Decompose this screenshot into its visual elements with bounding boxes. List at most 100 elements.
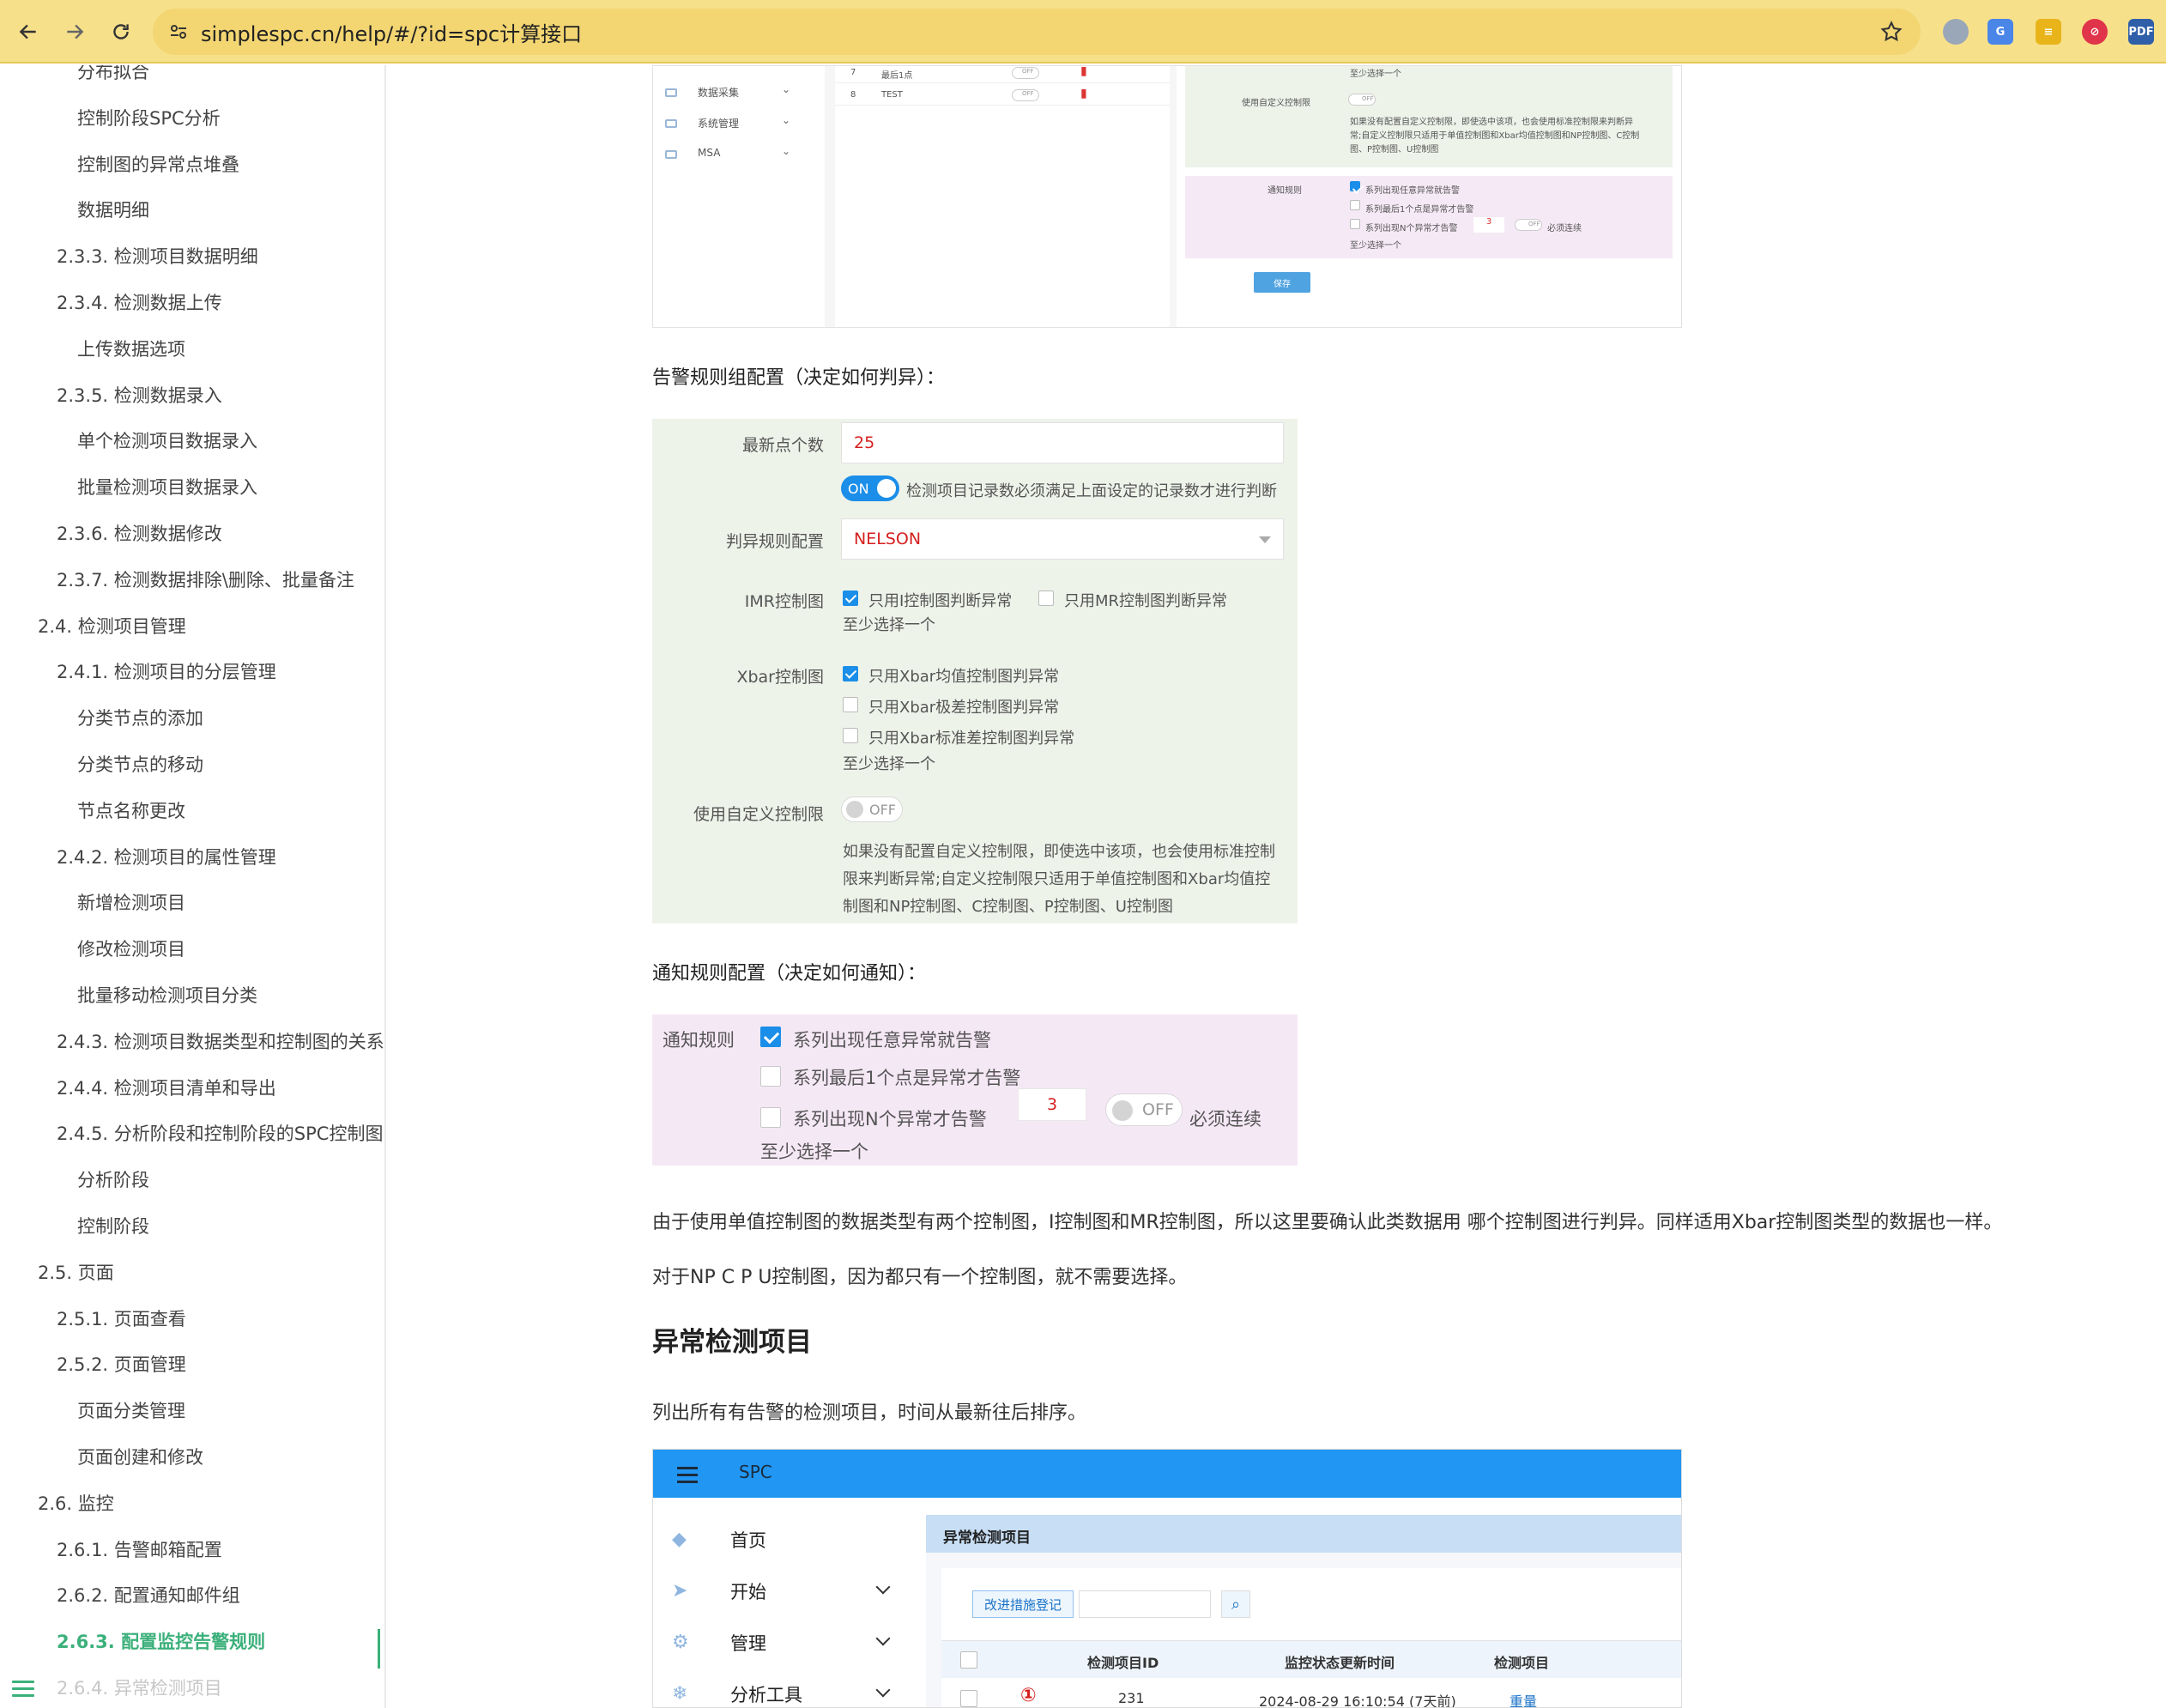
toc-item[interactable]: 批量移动检测项目分类 [77, 982, 257, 1008]
notes-extension-icon[interactable]: ≡ [2036, 19, 2061, 45]
screenshot-alarm-section: 至少选择一个 使用自定义控制限 OFF 如果没有配置自定义控制限，即使选中该项，… [1185, 66, 1673, 167]
notify-any-option: 系列出现任意异常就告警 [793, 1030, 991, 1051]
notify-n-checkbox[interactable] [760, 1107, 781, 1128]
toc-item[interactable]: 2.6. 监控 [38, 1490, 114, 1516]
xbar-mean-checkbox[interactable] [843, 666, 858, 681]
notify-last-checkbox[interactable] [760, 1066, 781, 1087]
rule-config-select[interactable]: NELSON [841, 518, 1284, 560]
menu-toggle-icon[interactable] [12, 1681, 34, 1698]
screenshot-nav-item: 系统管理 [698, 118, 740, 130]
custom-limit-toggle[interactable]: OFF [841, 796, 903, 822]
toc-item[interactable]: 页面分类管理 [77, 1397, 185, 1423]
custom-limit-label: 使用自定义控制限 [693, 805, 824, 824]
toc-item[interactable]: 控制阶段 [77, 1213, 149, 1239]
paragraph: 由于使用单值控制图的数据类型有两个控制图，I控制图和MR控制图，所以这里要确认此… [652, 1212, 2003, 1233]
chevron-down-icon: ⌄ [782, 83, 791, 95]
imr-mr-checkbox[interactable] [1038, 591, 1054, 606]
toc-item[interactable]: 控制图的异常点堆叠 [77, 151, 239, 177]
toc-item[interactable]: 2.5. 页面 [38, 1259, 114, 1285]
toc-item[interactable]: 2.3.5. 检测数据录入 [57, 382, 222, 408]
toc-item[interactable]: 2.6.1. 告警邮箱配置 [57, 1536, 222, 1562]
toc-item[interactable]: 单个检测项目数据录入 [77, 427, 257, 453]
toc-item[interactable]: 页面创建和修改 [77, 1444, 203, 1469]
toc-item[interactable]: 数据明细 [77, 197, 149, 222]
screenshot-rule-table: 7 最后1点 OFF ▮ 8 TEST OFF ▮ [835, 66, 1170, 327]
anomaly-table-area: 改进措施登记 ⌕ 检测项目ID 监控状态更新时间 检测项目 ① 231 2024… [941, 1568, 1681, 1708]
table-cell-link: 重量 [1510, 1693, 1538, 1708]
record-count-toggle[interactable]: ON [841, 475, 899, 501]
star-icon[interactable] [1879, 20, 1903, 44]
xbar-std-checkbox[interactable] [843, 728, 858, 743]
forward-button[interactable] [57, 14, 93, 50]
column-header: 检测项目 [1494, 1655, 1550, 1671]
toc-item[interactable]: 2.5.1. 页面查看 [57, 1305, 186, 1331]
trash-icon[interactable]: ▮ [1080, 87, 1087, 100]
screenshot-sidebar: 数据采集 ⌄ 系统管理 ⌄ MSA ⌄ [653, 66, 825, 327]
translate-extension-icon[interactable]: G [1988, 19, 2013, 45]
reload-button[interactable] [103, 14, 139, 50]
url-text: simplespc.cn/help/#/?id=spc计算接口 [201, 21, 583, 46]
arrow-right-icon [67, 24, 84, 39]
toc-item[interactable]: 批量检测项目数据录入 [77, 474, 257, 500]
back-button[interactable] [10, 14, 46, 50]
table-header: 检测项目ID 监控状态更新时间 检测项目 [941, 1640, 1681, 1678]
toc-item[interactable]: 2.5.2. 页面管理 [57, 1351, 186, 1377]
app-title: SPC [739, 1462, 772, 1482]
toc-item[interactable]: 分类节点的添加 [77, 705, 203, 730]
extension-circle-icon[interactable] [1943, 19, 1969, 45]
toc-item[interactable]: 2.3.4. 检测数据上传 [57, 289, 222, 315]
rule-config-label: 判异规则配置 [725, 532, 824, 551]
alarm-rule-heading: 告警规则组配置（决定如何判异）： [652, 367, 946, 389]
toc-item[interactable]: 2.4.2. 检测项目的属性管理 [57, 844, 276, 869]
send-icon: ➤ [672, 1580, 688, 1602]
notify-hint: 至少选择一个 [760, 1142, 868, 1162]
toc-item[interactable]: 节点名称更改 [77, 797, 185, 823]
toc-item[interactable]: 2.6.2. 配置通知邮件组 [57, 1582, 240, 1608]
toc-item[interactable]: 上传数据选项 [77, 336, 185, 361]
site-settings-icon[interactable] [168, 21, 189, 42]
toc-item[interactable]: 分析阶段 [77, 1166, 149, 1192]
arrow-left-icon [19, 24, 36, 39]
toc-item[interactable]: 2.4.5. 分析阶段和控制阶段的SPC控制图 [57, 1120, 383, 1146]
toc-item[interactable]: 2.6.4. 异常检测项目 [57, 1675, 222, 1700]
row-checkbox [960, 1690, 977, 1707]
search-icon: ⌕ [1221, 1590, 1250, 1618]
toc-item[interactable]: 2.4.1. 检测项目的分层管理 [57, 658, 276, 684]
consecutive-toggle[interactable]: OFF [1105, 1093, 1183, 1126]
toc-item[interactable]: 2.4.4. 检测项目清单和导出 [57, 1075, 276, 1100]
xbar-hint: 至少选择一个 [843, 755, 935, 773]
address-bar[interactable]: simplespc.cn/help/#/?id=spc计算接口 [153, 9, 1921, 55]
select-all-checkbox [960, 1651, 977, 1669]
toc-item[interactable]: 2.4. 检测项目管理 [38, 613, 186, 639]
toc-item[interactable]: 修改检测项目 [77, 936, 185, 961]
toc-item[interactable]: 2.3.7. 检测数据排除\删除、批量备注 [57, 566, 354, 592]
imr-i-checkbox[interactable] [843, 591, 858, 606]
toc-item[interactable]: 分类节点的移动 [77, 751, 203, 777]
pdf-extension-icon[interactable]: PDF [2128, 19, 2154, 45]
column-header: 监控状态更新时间 [1285, 1655, 1395, 1671]
screenshot-form: 至少选择一个 使用自定义控制限 OFF 如果没有配置自定义控制限，即使选中该项，… [1177, 66, 1681, 327]
xbar-range-checkbox[interactable] [843, 697, 858, 712]
table-row: 8 TEST OFF ▮ [835, 83, 1170, 106]
app-header: SPC [653, 1450, 1681, 1498]
notify-n-input[interactable]: 3 [1018, 1088, 1086, 1121]
imr-mr-option: 只用MR控制图判断异常 [1064, 592, 1228, 610]
section-description: 列出所有有告警的检测项目，时间从最新往后排序。 [652, 1402, 1087, 1424]
main-content: 数据采集 ⌄ 系统管理 ⌄ MSA ⌄ 7 最后1点 OFF ▮ 8 TEST … [388, 65, 2166, 1708]
toc-item[interactable]: 2.3.6. 检测数据修改 [57, 520, 222, 546]
notify-any-checkbox[interactable] [760, 1027, 781, 1047]
latest-points-input[interactable]: 25 [841, 422, 1284, 463]
toc-item[interactable]: 2.3.3. 检测项目数据明细 [57, 243, 258, 269]
table-cell: 2024-08-29 16:10:54 (7天前) [1259, 1693, 1456, 1708]
anomaly-panel-header: 异常检测项目 [926, 1515, 1681, 1553]
xbar-chart-label: Xbar控制图 [736, 668, 824, 687]
notify-rule-form: 通知规则 系列出现任意异常就告警 系列最后1个点是异常才告警 系列出现N个异常才… [652, 1015, 1298, 1166]
block-extension-icon[interactable]: ⊘ [2082, 19, 2108, 45]
trash-icon[interactable]: ▮ [1080, 66, 1087, 78]
toc-item[interactable]: 分布拟合 [77, 65, 149, 84]
toc-item[interactable]: 新增检测项目 [77, 889, 185, 915]
toc-item[interactable]: 2.4.3. 检测项目数据类型和控制图的关系 [57, 1028, 384, 1054]
snowflake-icon: ❄ [672, 1683, 688, 1705]
toc-item-active[interactable]: 2.6.3. 配置监控告警规则 [57, 1628, 265, 1654]
toc-item[interactable]: 控制阶段SPC分析 [77, 105, 221, 130]
